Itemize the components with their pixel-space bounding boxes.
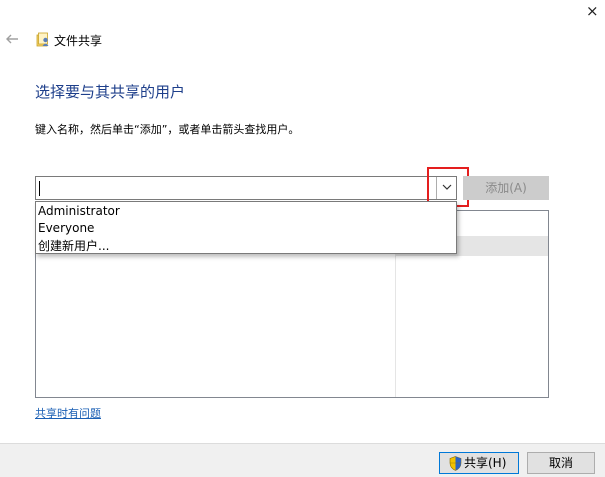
user-dropdown-list[interactable]: Administrator Everyone 创建新用户... [35, 201, 457, 254]
sharing-icon [36, 32, 49, 47]
dropdown-option-administrator[interactable]: Administrator [38, 204, 120, 218]
close-button[interactable]: × [586, 4, 599, 19]
window-title: 文件共享 [54, 34, 103, 48]
sharing-help-link[interactable]: 共享时有问题 [35, 405, 101, 421]
instruction-text: 键入名称，然后单击“添加”，或者单击箭头查找用户。 [35, 123, 300, 136]
text-caret [39, 181, 40, 196]
shield-icon [449, 456, 462, 471]
share-button-label: 共享(H) [464, 456, 507, 470]
dropdown-option-everyone[interactable]: Everyone [38, 221, 94, 235]
footer-bar: 共享(H) 取消 [0, 443, 605, 477]
user-name-combobox[interactable] [35, 176, 457, 200]
page-heading: 选择要与其共享的用户 [35, 83, 186, 101]
add-button[interactable]: 添加(A) [463, 176, 549, 200]
back-arrow-icon[interactable] [4, 31, 20, 47]
cancel-button[interactable]: 取消 [527, 452, 595, 474]
dropdown-option-create-user[interactable]: 创建新用户... [38, 237, 109, 254]
share-button[interactable]: 共享(H) [439, 452, 519, 474]
